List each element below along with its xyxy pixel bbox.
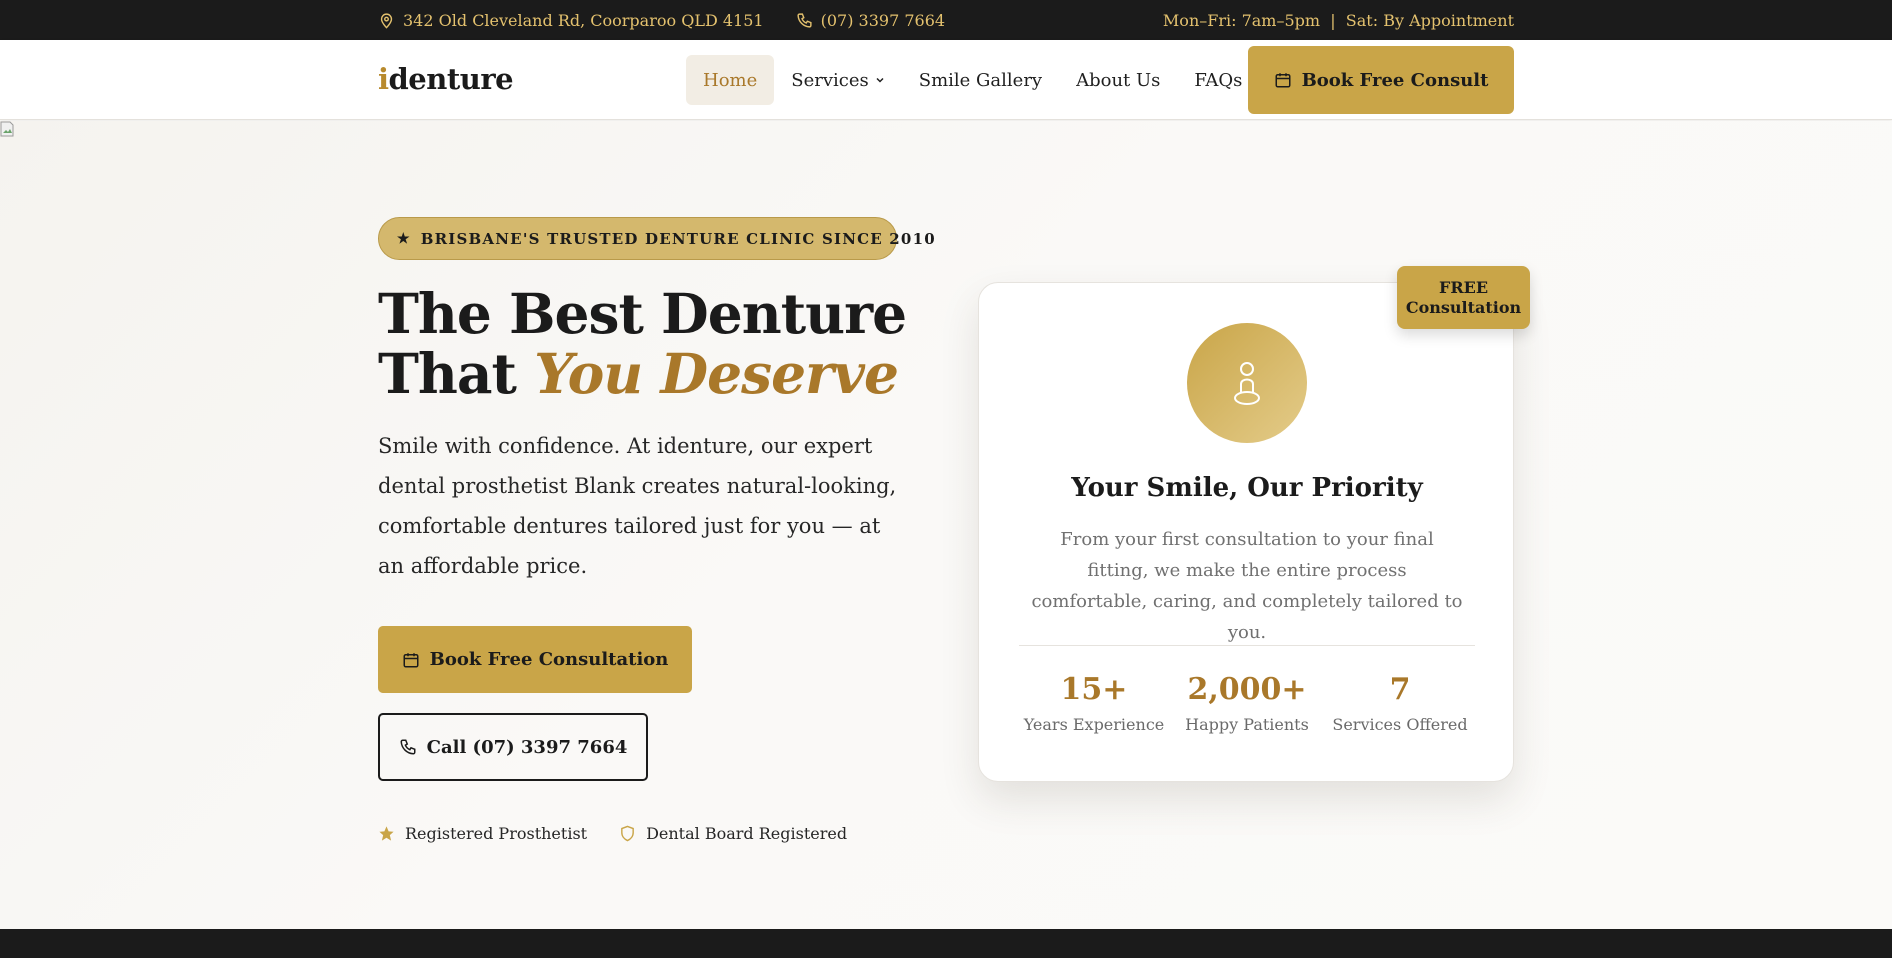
hero-title: The Best Denture That You Deserve [378, 281, 907, 404]
nav-item-label: Home [703, 69, 758, 91]
address: 342 Old Cleveland Rd, Coorparoo QLD 4151 [378, 11, 764, 30]
calendar-icon [1275, 73, 1291, 88]
nav-item-about-us[interactable]: About Us [1059, 55, 1177, 105]
free-tag-line1: FREE [1438, 277, 1489, 297]
stat-label: Happy Patients [1185, 715, 1309, 734]
logo[interactable]: identure [378, 62, 514, 96]
nav-item-label: Smile Gallery [918, 69, 1043, 91]
nav-menu: Home Services Smile Gallery About Us FAQ… [686, 54, 1259, 106]
hero-section [0, 121, 1892, 929]
nav-item-home[interactable]: Home [686, 55, 775, 105]
stat-item: 2,000+ Happy Patients [1172, 671, 1322, 734]
priority-card: Your Smile, Our Priority From your first… [978, 282, 1514, 782]
footer-band [0, 929, 1892, 958]
trust-item: Registered Prosthetist [378, 824, 587, 843]
call-button[interactable]: Call (07) 3397 7664 [378, 713, 648, 781]
free-consultation-tag: FREE Consultation [1397, 266, 1530, 329]
person-icon [1234, 362, 1260, 405]
card-icon-circle [1187, 323, 1307, 443]
map-pin-icon [380, 12, 393, 29]
stats-row: 15+ Years Experience 2,000+ Happy Patien… [1019, 671, 1475, 734]
divider [1019, 645, 1475, 646]
stat-value: 2,000+ [1187, 672, 1307, 707]
phone-icon [797, 12, 812, 28]
stat-value: 7 [1389, 672, 1411, 707]
shield-icon [621, 825, 634, 842]
card-title: Your Smile, Our Priority [1071, 473, 1423, 503]
hero-badge-text: BRISBANE'S TRUSTED DENTURE CLINIC SINCE … [420, 229, 936, 248]
stat-item: 7 Services Offered [1325, 671, 1475, 734]
hero-title-accent: You Deserve [534, 341, 899, 406]
address-text: 342 Old Cleveland Rd, Coorparoo QLD 4151 [403, 10, 764, 30]
hero-title-line1: The Best Denture [378, 281, 907, 346]
star-icon: ★ [397, 230, 411, 247]
hero-title-line2: That You Deserve [378, 344, 906, 404]
stat-value: 15+ [1060, 672, 1128, 707]
hero-badge: ★ BRISBANE'S TRUSTED DENTURE CLINIC SINC… [378, 217, 935, 260]
trust-label: Dental Board Registered [646, 824, 848, 843]
card-text: From your first consultation to your fin… [1031, 529, 1463, 643]
stat-item: 15+ Years Experience [1019, 671, 1169, 734]
opening-hours: Mon–Fri: 7am–5pm | Sat: By Appointment [1162, 10, 1514, 30]
logo-text: denture [388, 62, 514, 96]
stat-label: Years Experience [1023, 715, 1165, 734]
nav-item-label: FAQs [1194, 69, 1243, 91]
chevron-down-icon [876, 77, 884, 83]
broken-image-icon [0, 121, 14, 137]
nav-item-label: About Us [1076, 69, 1161, 91]
logo-accent: i [378, 62, 389, 96]
book-consult-label: Book Free Consult [1301, 69, 1489, 91]
book-consultation-button[interactable]: Book Free Consultation [378, 626, 692, 693]
top-info-bar: 342 Old Cleveland Rd, Coorparoo QLD 4151… [0, 0, 1892, 40]
trust-badges: Registered Prosthetist Dental Board Regi… [378, 824, 847, 843]
hero-title-plain: That [378, 341, 535, 406]
trust-label: Registered Prosthetist [405, 824, 588, 843]
nav-item-services[interactable]: Services [774, 55, 901, 105]
trust-item: Dental Board Registered [619, 824, 847, 843]
stat-label: Services Offered [1332, 715, 1468, 734]
phone-link[interactable]: (07) 3397 7664 [796, 11, 945, 30]
free-tag-line2: Consultation [1405, 297, 1522, 317]
call-button-label: Call (07) 3397 7664 [426, 736, 628, 758]
phone-icon [400, 739, 416, 755]
phone-text: (07) 3397 7664 [820, 10, 946, 30]
nav-item-smile-gallery[interactable]: Smile Gallery [902, 55, 1059, 105]
star-icon [379, 826, 394, 841]
main-navigation: identure Home Services Smile Gallery Abo… [0, 40, 1892, 120]
book-consultation-label: Book Free Consultation [429, 649, 669, 670]
calendar-icon [403, 652, 419, 667]
hero-lead-text: Smile with confidence. At identure, our … [378, 434, 897, 578]
nav-item-label: Services [791, 69, 869, 91]
book-consult-button[interactable]: Book Free Consult [1248, 46, 1514, 114]
